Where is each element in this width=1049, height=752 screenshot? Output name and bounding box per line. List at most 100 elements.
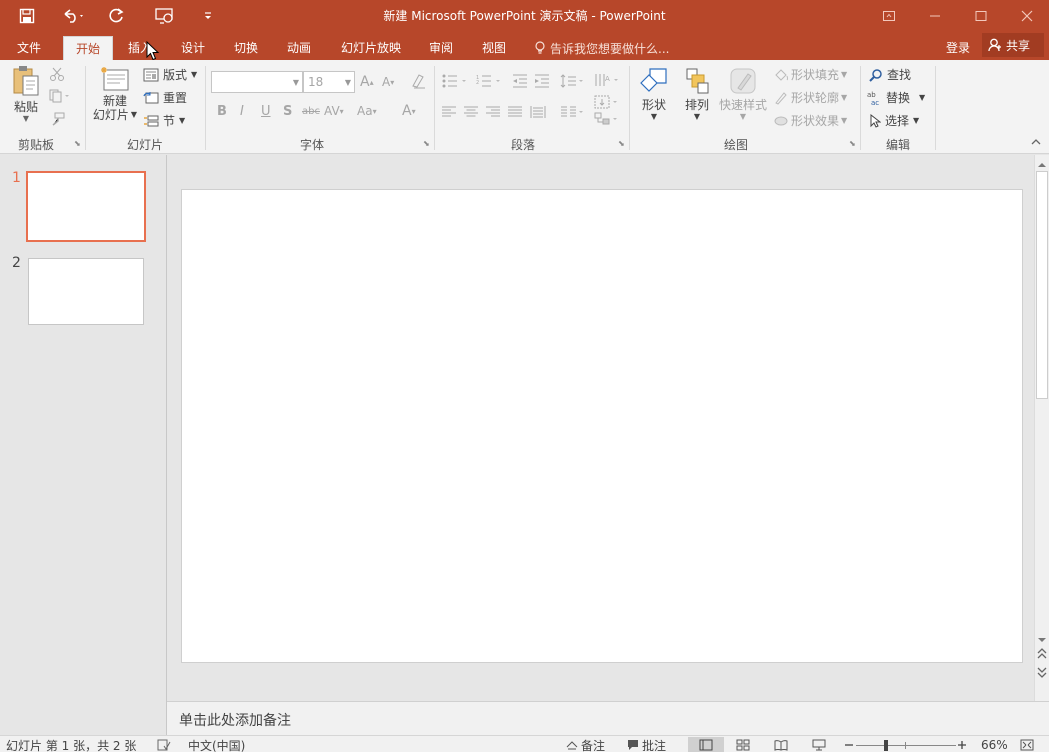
distributed-icon[interactable] (530, 105, 546, 119)
align-right-icon[interactable] (486, 106, 500, 118)
spell-check-icon[interactable] (157, 737, 171, 752)
tab-review[interactable]: 审阅 (420, 36, 462, 60)
tab-home[interactable]: 开始 (63, 36, 113, 60)
shape-effects-button[interactable]: 形状效果 ▼ (773, 112, 847, 129)
line-spacing-icon[interactable] (560, 74, 586, 88)
drawing-launcher-icon[interactable]: ⬊ (849, 140, 857, 148)
comments-label: 批注 (642, 738, 667, 752)
font-size-combobox[interactable]: 18 ▼ (303, 71, 355, 93)
align-left-icon[interactable] (442, 106, 456, 118)
undo-icon[interactable] (56, 0, 92, 32)
quick-styles-button[interactable]: 快速样式 ▼ (717, 66, 769, 121)
slide-thumbnail-2[interactable] (28, 258, 144, 325)
bold-icon[interactable]: B (217, 104, 227, 119)
tell-me-search[interactable]: 告诉我您想要做什么... (534, 36, 669, 60)
replace-button[interactable]: ab ac 替换 ▼ (867, 89, 925, 106)
shapes-button[interactable]: 形状 ▼ (634, 66, 674, 121)
tell-me-label: 告诉我您想要做什么... (550, 41, 670, 56)
italic-icon[interactable]: I (240, 104, 244, 119)
redo-icon[interactable] (106, 0, 128, 32)
bullets-icon[interactable] (442, 74, 468, 88)
shadow-text-icon[interactable]: S (283, 104, 292, 119)
comments-button[interactable]: 批注 (627, 737, 666, 752)
language-status[interactable]: 中文(中国) (188, 737, 245, 752)
minimize-icon[interactable] (912, 0, 958, 32)
align-center-icon[interactable] (464, 106, 478, 118)
comment-icon (627, 739, 639, 751)
ribbon-display-icon[interactable] (866, 0, 912, 32)
format-painter-icon[interactable] (49, 112, 65, 126)
change-case-icon[interactable]: Aa ▾ (357, 104, 377, 118)
quick-styles-label: 快速样式 (718, 98, 767, 112)
paste-button[interactable]: 粘贴 ▼ (8, 64, 44, 123)
zoom-slider-thumb[interactable] (884, 740, 888, 751)
notes-toggle-button[interactable]: 备注 (566, 737, 605, 752)
scroll-up-icon[interactable] (1037, 158, 1047, 172)
zoom-in-icon[interactable] (957, 737, 967, 752)
maximize-icon[interactable] (958, 0, 1004, 32)
align-text-icon[interactable] (594, 95, 620, 109)
underline-icon[interactable]: U (261, 104, 271, 119)
cut-icon[interactable] (49, 66, 65, 82)
increase-indent-icon[interactable] (534, 74, 550, 88)
character-spacing-icon[interactable]: AV ▾ (324, 104, 344, 118)
layout-button[interactable]: 版式 ▼ (143, 66, 197, 83)
scroll-down-icon[interactable] (1037, 633, 1047, 647)
start-presentation-icon[interactable] (150, 0, 180, 32)
zoom-out-icon[interactable] (844, 737, 854, 752)
text-direction-icon[interactable]: A (594, 72, 620, 88)
tab-design[interactable]: 设计 (172, 36, 214, 60)
previous-slide-icon[interactable] (1037, 648, 1047, 663)
tab-file[interactable]: 文件 (8, 36, 50, 60)
collapse-ribbon-icon[interactable] (1031, 138, 1041, 146)
strikethrough-icon[interactable]: abc (302, 106, 320, 117)
columns-icon[interactable] (560, 105, 586, 119)
reading-view-icon[interactable] (774, 737, 788, 752)
scrollbar-thumb[interactable] (1036, 171, 1048, 399)
shape-fill-button[interactable]: 形状填充 ▼ (773, 66, 847, 83)
close-icon[interactable] (1004, 0, 1049, 32)
new-slide-button[interactable]: 新建 幻灯片 ▼ (90, 64, 140, 122)
tab-view[interactable]: 视图 (473, 36, 515, 60)
clear-formatting-icon[interactable] (410, 73, 428, 89)
slide-thumbnail-1[interactable] (26, 171, 146, 242)
font-launcher-icon[interactable]: ⬊ (423, 140, 431, 148)
tab-slideshow[interactable]: 幻灯片放映 (335, 36, 407, 60)
tab-animations[interactable]: 动画 (278, 36, 320, 60)
zoom-level[interactable]: 66% (981, 737, 1008, 752)
grow-font-icon[interactable]: A ▴ (360, 74, 374, 90)
notes-pane[interactable]: 单击此处添加备注 (167, 701, 1049, 735)
slideshow-view-icon[interactable] (812, 737, 826, 752)
zoom-slider[interactable] (856, 737, 956, 752)
tab-transitions[interactable]: 切换 (225, 36, 267, 60)
arrange-button[interactable]: 排列 ▼ (677, 66, 717, 121)
shrink-font-icon[interactable]: A ▾ (382, 75, 394, 89)
customize-qat-icon[interactable] (200, 0, 216, 32)
fit-to-window-icon[interactable] (1020, 737, 1034, 752)
effects-icon (773, 114, 789, 128)
decrease-indent-icon[interactable] (512, 74, 528, 88)
login-link[interactable]: 登录 (946, 36, 970, 60)
save-icon[interactable] (14, 0, 40, 32)
shape-outline-button[interactable]: 形状轮廓 ▼ (773, 89, 847, 106)
clipboard-launcher-icon[interactable]: ⬊ (74, 140, 82, 148)
lightbulb-icon (534, 41, 546, 55)
next-slide-icon[interactable] (1037, 666, 1047, 681)
font-name-combobox[interactable]: ▼ (211, 71, 303, 93)
slide-sorter-icon[interactable] (736, 737, 750, 752)
reset-button[interactable]: 重置 (143, 89, 187, 106)
share-button[interactable]: 共享 (982, 33, 1044, 57)
select-button[interactable]: 选择 ▼ (869, 112, 919, 129)
replace-label: 替换 (886, 91, 911, 105)
copy-icon[interactable] (49, 89, 71, 103)
find-button[interactable]: 查找 (869, 66, 911, 83)
font-color-icon[interactable]: A ▾ (402, 103, 416, 119)
normal-view-button[interactable] (688, 737, 724, 752)
smartart-icon[interactable] (594, 112, 620, 126)
paragraph-launcher-icon[interactable]: ⬊ (618, 140, 626, 148)
numbering-icon[interactable]: 12 (476, 74, 502, 88)
justify-icon[interactable] (508, 106, 522, 118)
slide-canvas[interactable] (181, 189, 1023, 663)
notes-placeholder: 单击此处添加备注 (179, 713, 291, 729)
section-button[interactable]: 节 ▼ (143, 112, 185, 129)
